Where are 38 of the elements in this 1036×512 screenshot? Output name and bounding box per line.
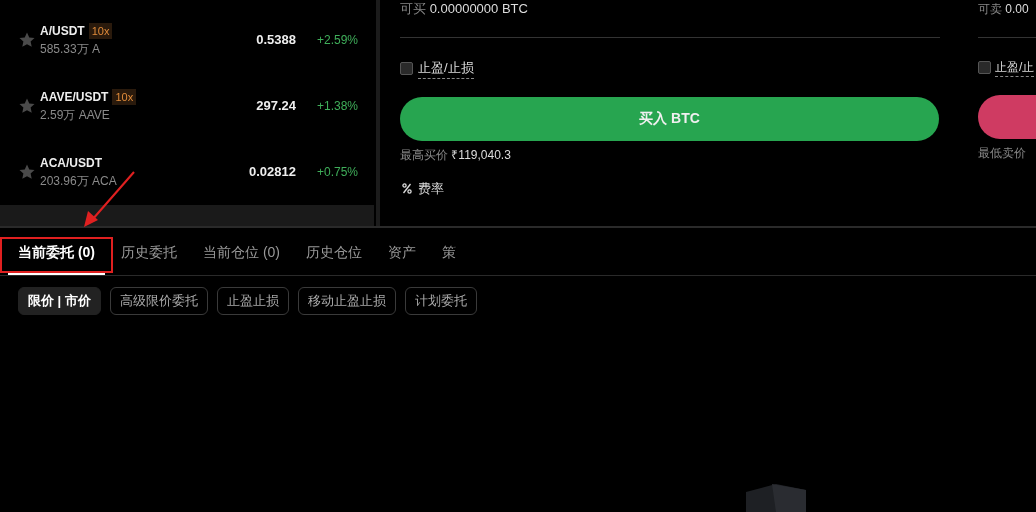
volume-text: 585.33万 A — [40, 41, 102, 58]
price-text: 0.5388 — [255, 31, 296, 50]
tpsl-label[interactable]: 止盈/止 — [995, 58, 1035, 77]
star-icon[interactable] — [18, 163, 36, 181]
best-price-text: 最低卖价 — [978, 145, 1027, 162]
price-text: 0.02812 — [248, 163, 296, 182]
fee-label[interactable]: 费率 — [418, 178, 444, 198]
order-tab[interactable]: 历史委托 — [111, 231, 187, 275]
order-tab[interactable]: 历史仓位 — [296, 231, 372, 275]
change-text: +2.59% — [315, 32, 358, 49]
checkbox[interactable] — [400, 61, 413, 75]
volume-text: 203.96万 ACA — [40, 173, 118, 190]
available-text: 可卖 0.00 — [978, 1, 1029, 18]
pair-name: ACA/USDT — [40, 155, 102, 172]
leverage-badge: 10x — [88, 22, 113, 40]
pair-name: AAVE/USDT — [40, 89, 109, 106]
volume-text: 2.59万 AAVE — [40, 107, 111, 124]
order-tab[interactable]: 当前委托 (0) — [8, 231, 105, 275]
change-text: +1.38% — [315, 98, 358, 115]
leverage-badge: 10x — [112, 88, 137, 106]
filter-chip[interactable]: 计划委托 — [404, 287, 477, 315]
star-icon[interactable] — [18, 97, 36, 115]
available-text: 可买 0.00000000 BTC — [400, 0, 528, 18]
price-text: 297.24 — [255, 97, 296, 116]
order-tab[interactable]: 资产 — [378, 231, 426, 275]
percent-icon — [402, 182, 412, 194]
pair-name: A/USDT — [40, 23, 85, 40]
order-tab[interactable]: 策 — [432, 231, 466, 275]
filter-chip[interactable]: 高级限价委托 — [109, 287, 208, 315]
order-tab[interactable]: 当前仓位 (0) — [193, 231, 290, 275]
star-icon[interactable] — [18, 31, 36, 49]
best-price-text: 最高买价 ₹119,040.3 — [400, 146, 512, 164]
filter-chip[interactable]: 移动止盈止损 — [297, 287, 396, 315]
checkbox[interactable] — [978, 61, 991, 74]
filter-chip[interactable]: 限价 | 市价 — [18, 287, 101, 315]
filter-chip[interactable]: 止盈止损 — [216, 287, 289, 315]
change-text: +0.75% — [315, 164, 358, 181]
tpsl-label[interactable]: 止盈/止损 — [418, 58, 474, 79]
